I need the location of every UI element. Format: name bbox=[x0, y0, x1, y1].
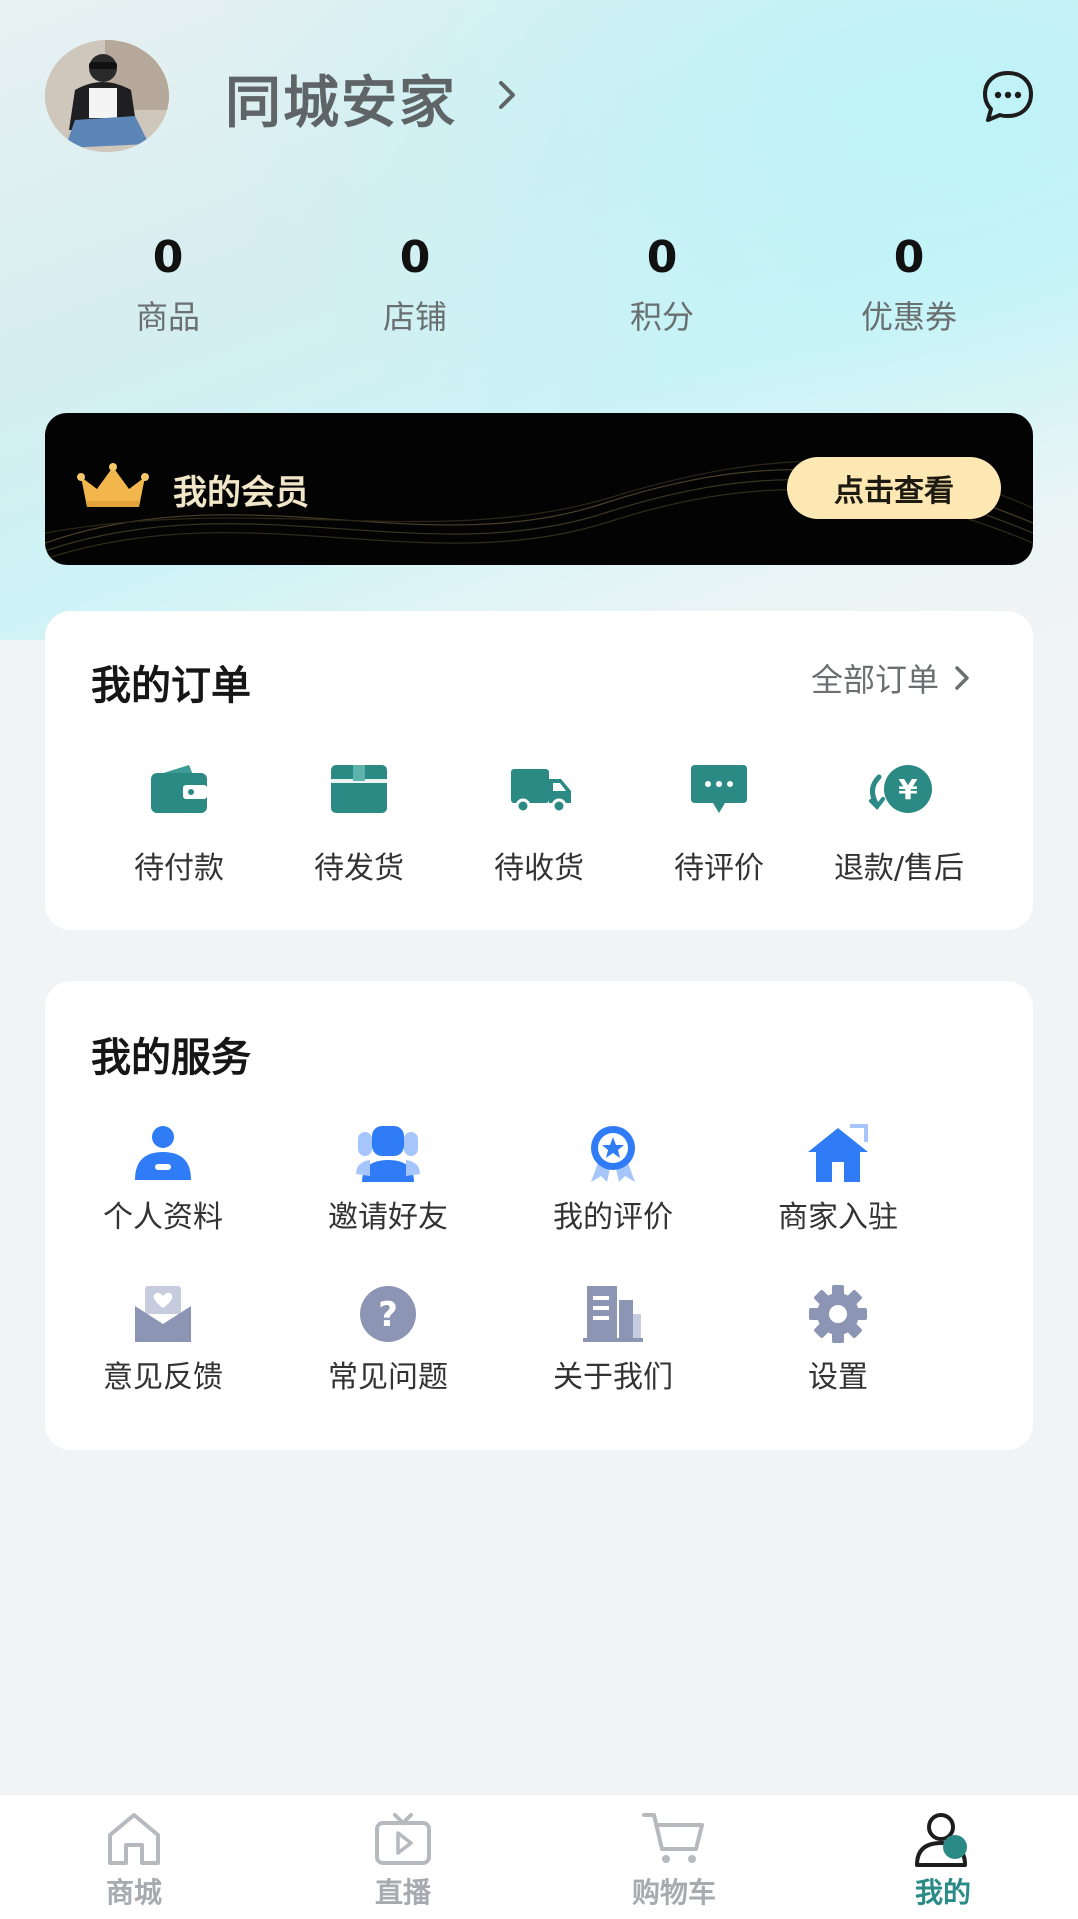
bottom-tab-bar: 商城 直播 购物车 我的 bbox=[0, 1794, 1078, 1919]
invite-friends-icon bbox=[356, 1124, 420, 1184]
service-invite-friends[interactable]: 邀请好友 bbox=[283, 1124, 493, 1236]
stat-value: 0 bbox=[152, 232, 184, 283]
order-label: 待收货 bbox=[494, 851, 584, 886]
stat-label: 优惠券 bbox=[860, 298, 957, 336]
svg-text:?: ? bbox=[378, 1295, 398, 1335]
service-my-reviews[interactable]: 我的评价 bbox=[508, 1124, 718, 1236]
crown-icon bbox=[77, 463, 149, 515]
tab-label: 商城 bbox=[105, 1876, 162, 1909]
order-pending-review[interactable]: 待评价 bbox=[629, 763, 809, 887]
service-label: 意见反馈 bbox=[103, 1360, 223, 1395]
stat-value: 0 bbox=[893, 232, 925, 283]
service-label: 个人资料 bbox=[103, 1200, 223, 1235]
order-pending-shipment[interactable]: 待发货 bbox=[269, 763, 449, 887]
stat-label: 店铺 bbox=[382, 298, 447, 336]
tab-mall[interactable]: 商城 bbox=[54, 1811, 214, 1911]
stat-shops[interactable]: 0 店铺 bbox=[315, 230, 515, 338]
svg-text:¥: ¥ bbox=[898, 773, 918, 806]
services-card: 我的服务 个人资料 邀请好友 我的评价 商家入驻 意见反馈 ? 常见问题 关于我… bbox=[45, 981, 1033, 1450]
home-icon bbox=[102, 1811, 166, 1867]
order-pending-payment[interactable]: 待付款 bbox=[89, 763, 269, 887]
orders-card: 我的订单 全部订单 待付款 待发货 待收货 待评价 ¥ 退款/售后 bbox=[45, 611, 1033, 930]
service-label: 邀请好友 bbox=[328, 1200, 448, 1235]
tab-label: 我的 bbox=[914, 1876, 971, 1909]
comment-icon bbox=[689, 763, 749, 815]
tv-play-icon bbox=[371, 1811, 435, 1867]
stat-label: 商品 bbox=[135, 298, 200, 336]
service-feedback[interactable]: 意见反馈 bbox=[58, 1284, 268, 1396]
badge-star-icon bbox=[581, 1124, 645, 1184]
cart-icon bbox=[642, 1811, 706, 1867]
stat-coupons[interactable]: 0 优惠券 bbox=[809, 230, 1009, 338]
member-title: 我的会员 bbox=[173, 473, 309, 513]
member-banner[interactable]: 我的会员 点击查看 bbox=[45, 413, 1033, 565]
order-label: 待评价 bbox=[674, 851, 764, 886]
orders-title: 我的订单 bbox=[91, 663, 251, 709]
gear-icon bbox=[806, 1284, 870, 1344]
order-label: 待付款 bbox=[134, 851, 224, 886]
package-icon bbox=[329, 763, 389, 815]
service-label: 常见问题 bbox=[328, 1360, 448, 1395]
order-label: 退款/售后 bbox=[833, 851, 965, 886]
question-icon: ? bbox=[356, 1284, 420, 1344]
feedback-envelope-icon bbox=[131, 1284, 195, 1344]
store-house-icon bbox=[806, 1124, 870, 1184]
chevron-right-icon bbox=[955, 666, 969, 690]
order-label: 待发货 bbox=[314, 851, 404, 886]
building-icon bbox=[581, 1284, 645, 1344]
view-member-button[interactable]: 点击查看 bbox=[787, 457, 1001, 519]
wallet-icon bbox=[149, 763, 209, 815]
service-about-us[interactable]: 关于我们 bbox=[508, 1284, 718, 1396]
username[interactable]: 同城安家 bbox=[225, 58, 457, 139]
user-icon bbox=[911, 1811, 975, 1867]
service-label: 我的评价 bbox=[553, 1200, 673, 1235]
order-refund-aftersale[interactable]: ¥ 退款/售后 bbox=[809, 763, 989, 887]
service-label: 设置 bbox=[808, 1360, 868, 1395]
tab-label: 直播 bbox=[374, 1876, 431, 1909]
stat-value: 0 bbox=[646, 232, 678, 283]
stat-points[interactable]: 0 积分 bbox=[562, 230, 762, 338]
tab-mine[interactable]: 我的 bbox=[863, 1811, 1023, 1911]
tab-label: 购物车 bbox=[631, 1876, 716, 1909]
service-label: 关于我们 bbox=[553, 1360, 673, 1395]
tab-cart[interactable]: 购物车 bbox=[594, 1811, 754, 1911]
truck-icon bbox=[509, 763, 571, 815]
tab-live[interactable]: 直播 bbox=[323, 1811, 483, 1911]
message-icon[interactable] bbox=[980, 68, 1036, 124]
chevron-right-icon[interactable] bbox=[492, 75, 522, 115]
stat-value: 0 bbox=[399, 232, 431, 283]
service-settings[interactable]: 设置 bbox=[733, 1284, 943, 1396]
order-pending-receipt[interactable]: 待收货 bbox=[449, 763, 629, 887]
person-icon bbox=[131, 1124, 195, 1184]
all-orders-label: 全部订单 bbox=[811, 661, 940, 699]
refund-yen-icon: ¥ bbox=[863, 763, 935, 815]
service-merchant-join[interactable]: 商家入驻 bbox=[733, 1124, 943, 1236]
services-title: 我的服务 bbox=[91, 1035, 251, 1081]
avatar[interactable] bbox=[45, 40, 169, 152]
all-orders-link[interactable]: 全部订单 bbox=[811, 655, 973, 701]
service-faq[interactable]: ? 常见问题 bbox=[283, 1284, 493, 1396]
service-profile[interactable]: 个人资料 bbox=[58, 1124, 268, 1236]
stat-label: 积分 bbox=[629, 298, 694, 336]
stat-products[interactable]: 0 商品 bbox=[68, 230, 268, 338]
service-label: 商家入驻 bbox=[778, 1200, 898, 1235]
